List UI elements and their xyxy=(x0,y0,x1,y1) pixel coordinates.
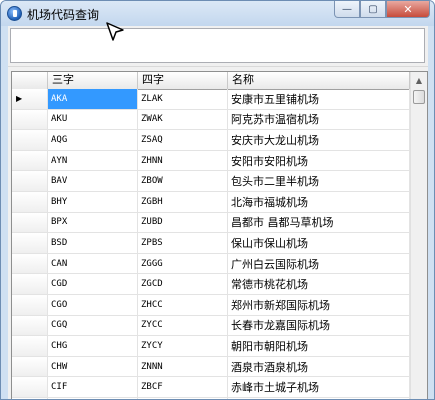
table-row[interactable]: ▶ AKA ZLAK 安康市五里铺机场 xyxy=(12,89,410,110)
row-header[interactable] xyxy=(12,274,48,294)
cell-three-letter-code[interactable]: BPX xyxy=(48,212,138,233)
window-title: 机场代码查询 xyxy=(27,8,100,22)
table-row[interactable]: AYN ZHNN 安阳市安阳机场 xyxy=(12,150,410,172)
row-header[interactable] xyxy=(12,212,48,233)
cell-four-letter-code[interactable]: ZWAK xyxy=(138,109,228,130)
minimize-button[interactable]: — xyxy=(334,1,360,18)
cell-four-letter-code[interactable]: ZUBD xyxy=(138,212,228,233)
vertical-scrollbar[interactable]: ▲ xyxy=(410,72,427,399)
row-header[interactable] xyxy=(12,253,48,274)
grid-rows: ▶ AKA ZLAK 安康市五里铺机场 AKU ZWAK 阿克苏市温宿机场 AQG ZSAQ 安庆… xyxy=(12,89,410,399)
table-row[interactable]: BSD ZPBS 保山市保山机场 xyxy=(12,233,410,254)
table-row[interactable]: AQG ZSAQ 安庆市大龙山机场 xyxy=(12,130,410,151)
cell-airport-name[interactable]: 长春市龙嘉国际机场 xyxy=(228,315,410,336)
scrollbar-thumb[interactable] xyxy=(413,90,425,104)
cell-airport-name[interactable]: 郑州市新郑国际机场 xyxy=(228,294,410,315)
app-icon xyxy=(7,6,22,21)
table-row[interactable]: CGO ZHCC 郑州市新郑国际机场 xyxy=(12,294,410,316)
table-row[interactable]: CGD ZGCD 常德市桃花机场 xyxy=(12,274,410,295)
cell-four-letter-code[interactable]: ZGGG xyxy=(138,253,228,274)
app-window: 机场代码查询 — ▢ ✕ 三字 四字 名称 ▶ AKA ZLAK 安康市五里铺机场 AK… xyxy=(0,0,435,400)
title-bar[interactable]: 机场代码查询 — ▢ ✕ xyxy=(1,1,434,26)
caption-buttons: — ▢ ✕ xyxy=(334,1,430,19)
cell-airport-name[interactable]: 广州白云国际机场 xyxy=(228,253,410,274)
row-header[interactable] xyxy=(12,294,48,315)
table-row[interactable]: AKU ZWAK 阿克苏市温宿机场 xyxy=(12,109,410,131)
row-header[interactable] xyxy=(12,150,48,171)
cell-three-letter-code[interactable]: AYN xyxy=(48,150,138,171)
table-row[interactable]: CIF ZBCF 赤峰市土城子机场 xyxy=(12,377,410,398)
row-header[interactable]: ▶ xyxy=(12,89,48,109)
cell-three-letter-code[interactable]: CAN xyxy=(48,253,138,274)
row-header[interactable] xyxy=(12,315,48,336)
cell-three-letter-code[interactable]: BAV xyxy=(48,171,138,191)
maximize-button[interactable]: ▢ xyxy=(360,1,386,18)
cell-three-letter-code[interactable]: CHW xyxy=(48,356,138,377)
client-area: 三字 四字 名称 ▶ AKA ZLAK 安康市五里铺机场 AKU ZWAK 阿克苏市温宿机场… xyxy=(8,26,428,399)
cell-four-letter-code[interactable]: ZGBH xyxy=(138,191,228,212)
scroll-up-arrow-icon[interactable]: ▲ xyxy=(411,72,427,89)
cell-four-letter-code[interactable]: ZNNN xyxy=(138,356,228,377)
column-header-name[interactable]: 名称 xyxy=(228,72,410,89)
column-header-three-letter[interactable]: 三字 xyxy=(48,72,138,89)
cell-airport-name[interactable]: 赤峰市土城子机场 xyxy=(228,377,410,397)
cell-four-letter-code[interactable]: ZYCY xyxy=(138,336,228,356)
row-header[interactable] xyxy=(12,356,48,377)
cell-airport-name[interactable]: 朝阳市朝阳机场 xyxy=(228,336,410,356)
cell-three-letter-code[interactable]: AQG xyxy=(48,130,138,150)
row-header[interactable] xyxy=(12,233,48,253)
search-panel xyxy=(8,26,428,67)
cell-airport-name[interactable]: 阿克苏市温宿机场 xyxy=(228,109,410,130)
cell-airport-name[interactable]: 安康市五里铺机场 xyxy=(228,89,410,109)
airport-code-grid[interactable]: 三字 四字 名称 ▶ AKA ZLAK 安康市五里铺机场 AKU ZWAK 阿克苏市温宿机场… xyxy=(11,71,428,399)
cell-three-letter-code[interactable]: CGO xyxy=(48,294,138,315)
cell-three-letter-code[interactable]: BSD xyxy=(48,233,138,253)
table-row[interactable]: CGQ ZYCC 长春市龙嘉国际机场 xyxy=(12,315,410,337)
cell-three-letter-code[interactable]: CIF xyxy=(48,377,138,397)
column-header-four-letter[interactable]: 四字 xyxy=(138,72,228,89)
search-input[interactable] xyxy=(10,28,425,63)
cell-airport-name[interactable]: 常德市桃花机场 xyxy=(228,274,410,294)
row-header[interactable] xyxy=(12,171,48,191)
cell-three-letter-code[interactable]: BHY xyxy=(48,191,138,212)
cell-three-letter-code[interactable]: AKA xyxy=(48,89,138,109)
cell-three-letter-code[interactable]: CGD xyxy=(48,274,138,294)
cell-three-letter-code[interactable]: CGQ xyxy=(48,315,138,336)
row-header-corner xyxy=(12,72,48,89)
row-header[interactable] xyxy=(12,109,48,130)
cell-three-letter-code[interactable]: CHG xyxy=(48,336,138,356)
cell-four-letter-code[interactable]: ZHNN xyxy=(138,150,228,171)
mouse-pointer-icon xyxy=(106,22,124,41)
cell-four-letter-code[interactable]: ZBCF xyxy=(138,377,228,397)
cell-airport-name[interactable]: 北海市福城机场 xyxy=(228,191,410,212)
cell-four-letter-code[interactable]: ZBOW xyxy=(138,171,228,191)
row-header[interactable] xyxy=(12,130,48,150)
cell-airport-name[interactable]: 保山市保山机场 xyxy=(228,233,410,253)
close-button[interactable]: ✕ xyxy=(386,1,430,18)
table-row[interactable]: BHY ZGBH 北海市福城机场 xyxy=(12,191,410,213)
cell-airport-name[interactable]: 包头市二里半机场 xyxy=(228,171,410,191)
cell-four-letter-code[interactable]: ZGCD xyxy=(138,274,228,294)
cell-four-letter-code[interactable]: ZPBS xyxy=(138,233,228,253)
cell-airport-name[interactable]: 安庆市大龙山机场 xyxy=(228,130,410,150)
table-row[interactable]: BAV ZBOW 包头市二里半机场 xyxy=(12,171,410,192)
table-row[interactable]: CHW ZNNN 酒泉市酒泉机场 xyxy=(12,356,410,378)
cell-airport-name[interactable]: 昌都市 昌都马草机场 xyxy=(228,212,410,233)
grid-header: 三字 四字 名称 xyxy=(12,72,410,90)
row-header[interactable] xyxy=(12,336,48,356)
cell-three-letter-code[interactable]: AKU xyxy=(48,109,138,130)
cell-four-letter-code[interactable]: ZSAQ xyxy=(138,130,228,150)
cell-four-letter-code[interactable]: ZYCC xyxy=(138,315,228,336)
table-row[interactable]: CHG ZYCY 朝阳市朝阳机场 xyxy=(12,336,410,357)
cell-four-letter-code[interactable]: ZLAK xyxy=(138,89,228,109)
cell-airport-name[interactable]: 酒泉市酒泉机场 xyxy=(228,356,410,377)
row-header[interactable] xyxy=(12,377,48,397)
table-row[interactable]: BPX ZUBD 昌都市 昌都马草机场 xyxy=(12,212,410,234)
table-row[interactable]: CAN ZGGG 广州白云国际机场 xyxy=(12,253,410,275)
row-header[interactable] xyxy=(12,191,48,212)
cell-four-letter-code[interactable]: ZHCC xyxy=(138,294,228,315)
cell-airport-name[interactable]: 安阳市安阳机场 xyxy=(228,150,410,171)
